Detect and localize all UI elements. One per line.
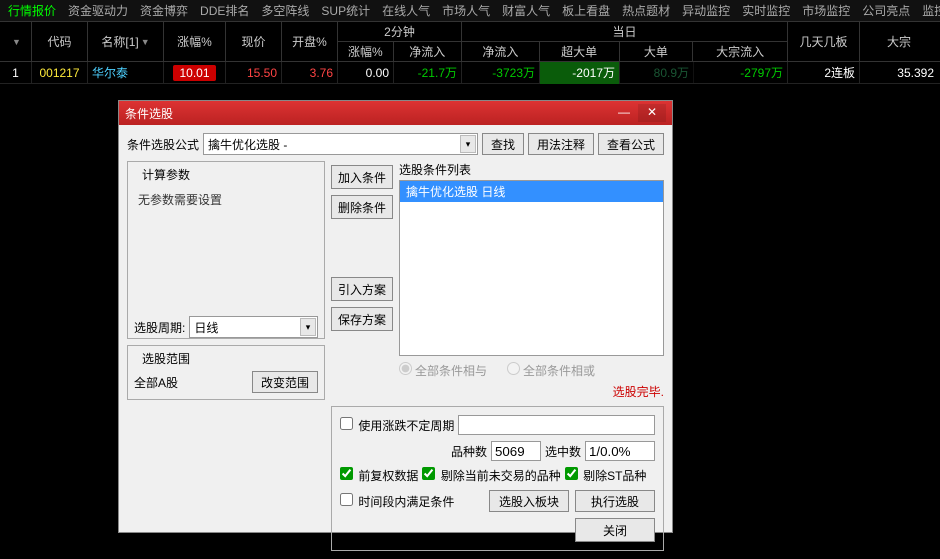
th-2min-netin[interactable]: 净流入: [394, 42, 461, 62]
to-block-button[interactable]: 选股入板块: [489, 490, 569, 512]
tab-wealth-pop[interactable]: 财富人气: [496, 0, 556, 22]
th-sort[interactable]: ▼: [0, 22, 32, 61]
th-2min-pct[interactable]: 涨幅%: [338, 42, 394, 62]
add-condition-button[interactable]: 加入条件: [331, 165, 393, 189]
usage-button[interactable]: 用法注释: [528, 133, 594, 155]
cell-openpct: 3.76: [282, 62, 338, 84]
cell-2min-pct: 0.00: [338, 62, 394, 84]
tab-dde[interactable]: DDE排名: [194, 0, 255, 22]
use-var-period-check[interactable]: 使用涨跌不定周期: [340, 417, 454, 434]
cell-idx: 1: [0, 62, 32, 84]
th-code[interactable]: 代码: [32, 22, 88, 61]
var-period-input[interactable]: [458, 415, 655, 435]
tab-quote[interactable]: 行情报价: [2, 0, 62, 22]
th-openpct[interactable]: 开盘%: [282, 22, 338, 61]
range-title: 选股范围: [138, 350, 194, 367]
tab-market-mon[interactable]: 市场监控: [796, 0, 856, 22]
th-day-label: 当日: [462, 22, 787, 42]
fq-data-check[interactable]: 前复权数据: [340, 467, 418, 484]
condition-list-label: 选股条件列表: [399, 161, 664, 178]
selected-input[interactable]: [585, 441, 655, 461]
cell-price: 15.50: [226, 62, 282, 84]
tab-monitor[interactable]: 监控: [916, 0, 940, 22]
cell-2min-netin: -21.7万: [394, 62, 462, 84]
range-fieldset: 选股范围 全部A股 改变范围: [127, 345, 325, 400]
radio-and[interactable]: 全部条件相与: [399, 362, 487, 379]
tab-fund-game[interactable]: 资金博弈: [134, 0, 194, 22]
cell-boards: 2连板: [788, 62, 860, 84]
th-group-2min: 2分钟 涨幅% 净流入: [338, 22, 462, 61]
period-label: 选股周期:: [134, 319, 185, 336]
count-input[interactable]: [491, 441, 541, 461]
load-plan-button[interactable]: 引入方案: [331, 277, 393, 301]
formula-label: 条件选股公式: [127, 136, 199, 153]
table-header: ▼ 代码 名称[1]▼ 涨幅% 现价 开盘% 2分钟 涨幅% 净流入 当日 净流…: [0, 22, 940, 62]
change-range-button[interactable]: 改变范围: [252, 371, 318, 393]
cell-code: 001217: [32, 62, 88, 84]
cell-day-super: -2017万: [540, 62, 620, 84]
tab-sup[interactable]: SUP统计: [315, 0, 376, 22]
th-name[interactable]: 名称[1]▼: [88, 22, 164, 61]
cell-day-big: 80.9万: [620, 62, 694, 84]
th-day-big[interactable]: 大单: [620, 42, 694, 62]
tab-hot[interactable]: 热点题材: [616, 0, 676, 22]
th-group-day: 当日 净流入 超大单 大单 大宗流入: [462, 22, 788, 61]
cell-bigdeal: 35.392: [860, 62, 938, 84]
close-button[interactable]: 关闭: [575, 518, 655, 542]
tab-online[interactable]: 在线人气: [376, 0, 436, 22]
view-formula-button[interactable]: 查看公式: [598, 133, 664, 155]
radio-or[interactable]: 全部条件相或: [507, 362, 595, 379]
cell-pct: 10.01: [164, 62, 226, 84]
formula-value: 擒牛优化选股 -: [208, 136, 287, 153]
close-x-button[interactable]: ✕: [638, 104, 666, 122]
dialog-title: 条件选股: [125, 105, 610, 122]
cell-day-netin: -3723万: [462, 62, 540, 84]
tab-highlights[interactable]: 公司亮点: [856, 0, 916, 22]
excl-st-check[interactable]: 剔除ST品种: [565, 467, 647, 484]
dialog-title-bar[interactable]: 条件选股 — ✕: [119, 101, 672, 125]
table-row[interactable]: 1 001217 华尔泰 10.01 15.50 3.76 0.00 -21.7…: [0, 62, 940, 84]
chevron-down-icon[interactable]: ▾: [460, 135, 476, 153]
find-button[interactable]: 查找: [482, 133, 524, 155]
list-item[interactable]: 擒牛优化选股 日线: [400, 181, 663, 202]
th-day-bigflow[interactable]: 大宗流入: [693, 42, 787, 62]
time-range-check[interactable]: 时间段内满足条件: [340, 493, 454, 510]
range-value: 全部A股: [134, 374, 178, 391]
params-fieldset: 计算参数 无参数需要设置 选股周期: 日线 ▾: [127, 161, 325, 339]
minimize-button[interactable]: —: [610, 104, 638, 122]
save-plan-button[interactable]: 保存方案: [331, 307, 393, 331]
cell-name: 华尔泰: [88, 62, 164, 84]
excl-notrade-check[interactable]: 剔除当前未交易的品种: [422, 467, 560, 484]
period-combo[interactable]: 日线 ▾: [189, 316, 318, 338]
status-text: 选股完毕.: [399, 383, 664, 400]
th-day-netin[interactable]: 净流入: [462, 42, 540, 62]
tab-market-pop[interactable]: 市场人气: [436, 0, 496, 22]
tab-abnormal[interactable]: 异动监控: [676, 0, 736, 22]
condition-stock-dialog: 条件选股 — ✕ 条件选股公式 擒牛优化选股 - ▾ 查找 用法注释 查看公式 …: [118, 100, 673, 533]
exec-button[interactable]: 执行选股: [575, 490, 655, 512]
top-tab-bar: 行情报价 资金驱动力 资金博弈 DDE排名 多空阵线 SUP统计 在线人气 市场…: [0, 0, 940, 22]
tab-fund-drive[interactable]: 资金驱动力: [62, 0, 134, 22]
th-pct[interactable]: 涨幅%: [164, 22, 226, 61]
count-label: 品种数: [451, 443, 487, 460]
tab-longshort[interactable]: 多空阵线: [255, 0, 315, 22]
delete-condition-button[interactable]: 删除条件: [331, 195, 393, 219]
condition-listbox[interactable]: 擒牛优化选股 日线: [399, 180, 664, 356]
params-text: 无参数需要设置: [134, 187, 318, 212]
th-day-super[interactable]: 超大单: [540, 42, 620, 62]
th-boards[interactable]: 几天几板: [788, 22, 860, 61]
selected-label: 选中数: [545, 443, 581, 460]
tab-realtime[interactable]: 实时监控: [736, 0, 796, 22]
period-value: 日线: [194, 319, 218, 336]
tab-board[interactable]: 板上看盘: [556, 0, 616, 22]
th-bigdeal[interactable]: 大宗: [860, 22, 938, 61]
params-title: 计算参数: [138, 166, 194, 183]
cell-day-bigflow: -2797万: [694, 62, 788, 84]
formula-combo[interactable]: 擒牛优化选股 - ▾: [203, 133, 478, 155]
chevron-down-icon[interactable]: ▾: [300, 318, 316, 336]
th-2min-label: 2分钟: [338, 22, 461, 42]
th-price[interactable]: 现价: [226, 22, 282, 61]
